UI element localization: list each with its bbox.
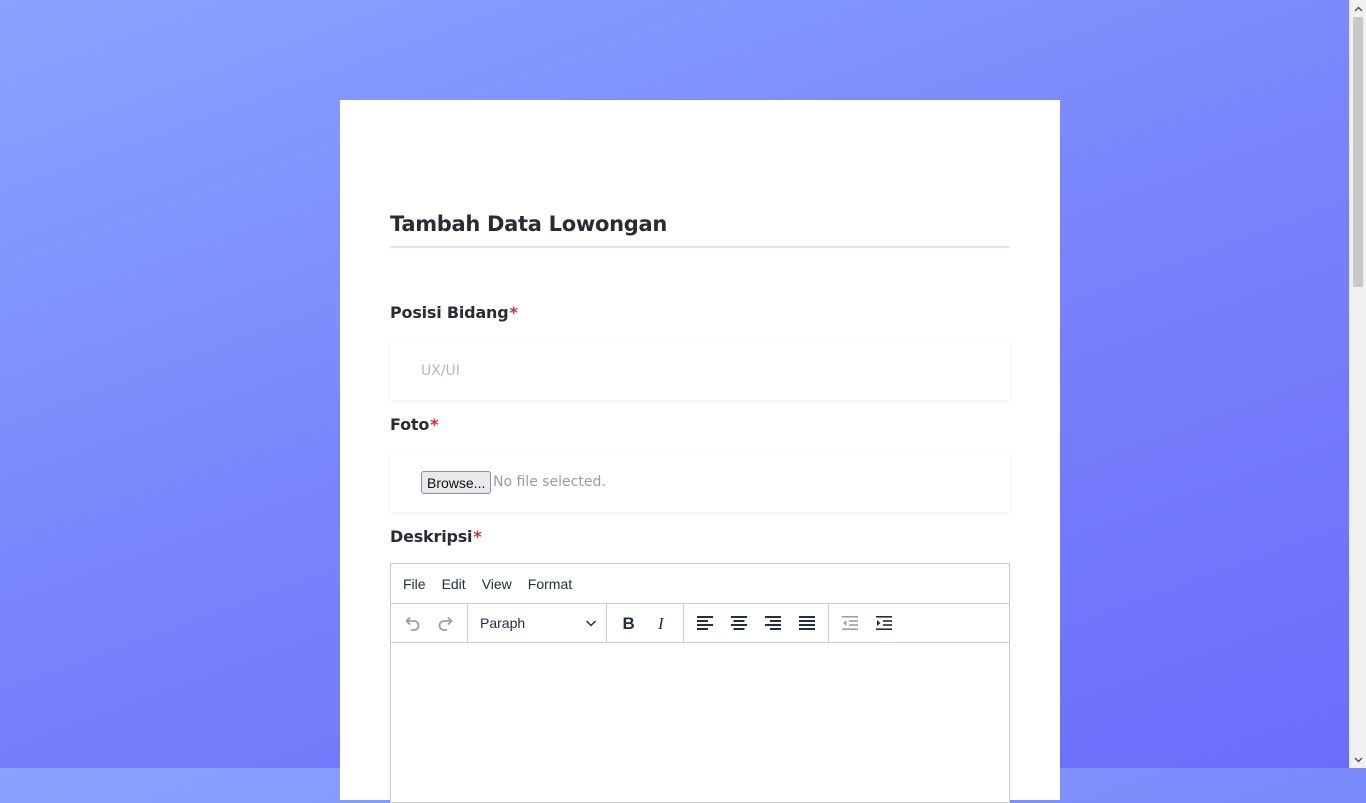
browse-button[interactable]: Browse...: [421, 471, 492, 494]
svg-text:B: B: [623, 614, 635, 633]
align-right-button[interactable]: [756, 606, 790, 640]
outdent-icon: [842, 616, 858, 630]
posisi-bidang-label-text: Posisi Bidang: [390, 303, 509, 322]
align-left-button[interactable]: [688, 606, 722, 640]
editor-content-area[interactable]: [391, 643, 1009, 803]
foto-field: Browse... No file selected.: [390, 454, 1010, 512]
scroll-down-icon: [1354, 757, 1363, 762]
undo-icon: [405, 616, 420, 631]
align-justify-icon: [799, 616, 815, 630]
redo-icon: [438, 616, 453, 631]
align-right-icon: [765, 616, 781, 630]
scrollbar-thumb[interactable]: [1353, 17, 1363, 287]
title-divider: [390, 246, 1010, 248]
align-center-icon: [731, 616, 747, 630]
required-marker: *: [430, 415, 439, 434]
rich-text-editor: File Edit View Format Paraph B I: [390, 563, 1010, 803]
chevron-down-icon: [585, 620, 597, 627]
scroll-up-button[interactable]: [1350, 0, 1366, 17]
text-style-group: B I: [607, 604, 684, 642]
indent-icon: [876, 616, 892, 630]
foto-label-text: Foto: [390, 415, 430, 434]
foto-label: Foto*: [390, 415, 439, 434]
bold-button[interactable]: B: [611, 606, 645, 640]
page-scrollbar[interactable]: [1349, 0, 1366, 768]
italic-icon: I: [657, 614, 665, 633]
alignment-group: [684, 604, 829, 642]
editor-toolbar: Paraph B I: [391, 604, 1009, 643]
menu-file[interactable]: File: [395, 576, 434, 592]
block-format-group: Paraph: [468, 604, 607, 642]
file-status-text: No file selected.: [493, 474, 606, 490]
required-marker: *: [473, 527, 482, 546]
align-center-button[interactable]: [722, 606, 756, 640]
scroll-up-icon: [1354, 6, 1363, 11]
align-left-icon: [697, 616, 713, 630]
svg-text:I: I: [657, 614, 665, 633]
indent-button[interactable]: [867, 606, 901, 640]
bold-icon: B: [623, 614, 635, 633]
menu-view[interactable]: View: [474, 576, 520, 592]
align-justify-button[interactable]: [790, 606, 824, 640]
undo-button[interactable]: [395, 606, 429, 640]
history-group: [391, 604, 468, 642]
indent-group: [829, 604, 905, 642]
block-format-select[interactable]: Paraph: [472, 606, 602, 640]
deskripsi-label: Deskripsi*: [390, 527, 482, 546]
form-card: Tambah Data Lowongan Posisi Bidang* Foto…: [340, 100, 1060, 803]
menu-edit[interactable]: Edit: [434, 576, 474, 592]
posisi-bidang-field: [390, 342, 1010, 400]
posisi-bidang-label: Posisi Bidang*: [390, 303, 518, 322]
editor-menubar: File Edit View Format: [391, 564, 1009, 604]
deskripsi-label-text: Deskripsi: [390, 527, 473, 546]
posisi-bidang-input[interactable]: [390, 342, 1010, 400]
scroll-down-button[interactable]: [1350, 751, 1366, 768]
redo-button[interactable]: [429, 606, 463, 640]
page-title: Tambah Data Lowongan: [390, 212, 667, 236]
italic-button[interactable]: I: [645, 606, 679, 640]
menu-format[interactable]: Format: [520, 576, 580, 592]
outdent-button[interactable]: [833, 606, 867, 640]
block-format-value: Paraph: [480, 615, 526, 631]
required-marker: *: [509, 303, 518, 322]
